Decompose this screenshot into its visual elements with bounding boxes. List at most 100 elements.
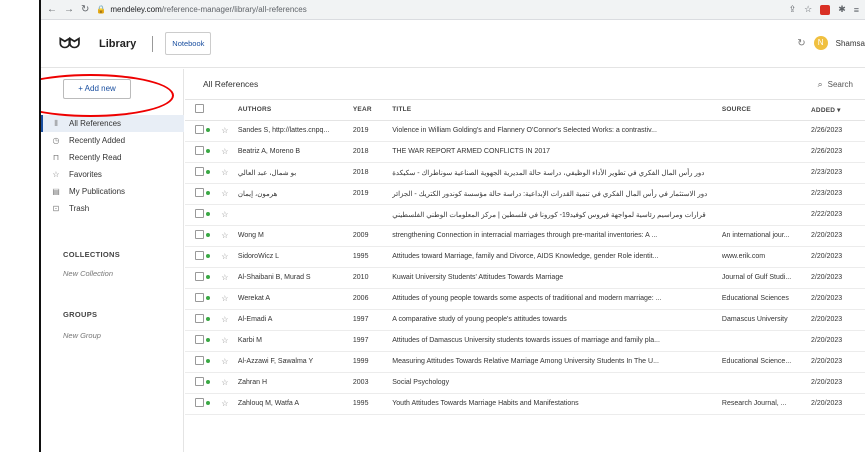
row-source: Educational Sciences bbox=[721, 288, 812, 310]
unread-dot-icon bbox=[205, 359, 210, 363]
row-checkbox[interactable] bbox=[195, 377, 204, 386]
add-new-button[interactable]: + Add new bbox=[63, 79, 131, 99]
row-checkbox[interactable] bbox=[195, 167, 204, 176]
favorite-star-icon[interactable]: ☆ bbox=[221, 378, 228, 387]
sync-icon[interactable]: ↻ bbox=[797, 38, 805, 49]
row-checkbox[interactable] bbox=[195, 146, 204, 155]
address-bar[interactable]: 🔒 mendeley.com/reference-manager/library… bbox=[96, 2, 781, 17]
select-all-checkbox[interactable] bbox=[195, 104, 204, 114]
table-row[interactable]: ☆ قرارات ومراسيم رئاسية لمواجهة فيروس كو… bbox=[185, 204, 865, 226]
user-name[interactable]: Shamsa bbox=[836, 39, 865, 48]
table-row[interactable]: ☆ SidoroWicz L 1995 Attitudes toward Mar… bbox=[185, 246, 865, 268]
column-added[interactable]: ADDED ▾ bbox=[811, 100, 865, 121]
row-checkbox[interactable] bbox=[195, 314, 204, 323]
forward-icon[interactable]: → bbox=[64, 4, 74, 15]
row-checkbox[interactable] bbox=[195, 125, 204, 134]
table-row[interactable]: ☆ هرمون، إيمان 2019 دور الاستثمار في رأس… bbox=[185, 183, 865, 205]
favorite-star-icon[interactable]: ☆ bbox=[221, 168, 228, 177]
table-row[interactable]: ☆ Zahran H 2003 Social Psychology 2/20/2… bbox=[185, 372, 865, 394]
mendeley-logo-icon[interactable]: ᗢᗢ bbox=[59, 35, 91, 52]
row-source bbox=[721, 141, 812, 163]
sidebar-item-label: Favorites bbox=[69, 170, 102, 179]
app-header: ᗢᗢ Library Notebook ↻ N Shamsa bbox=[41, 20, 865, 68]
column-title[interactable]: TITLE bbox=[392, 100, 722, 121]
star-icon: ☆ bbox=[52, 170, 60, 179]
favorite-star-icon[interactable]: ☆ bbox=[221, 231, 228, 240]
row-checkbox[interactable] bbox=[195, 230, 204, 239]
select-all-cell[interactable] bbox=[185, 100, 206, 121]
unread-dot-icon bbox=[205, 275, 210, 279]
table-row[interactable]: ☆ Zahlouq M, Watfa A 1995 Youth Attitude… bbox=[185, 393, 865, 415]
column-year[interactable]: YEAR bbox=[352, 100, 393, 121]
unread-dot-icon bbox=[205, 149, 210, 153]
sidebar-item-recently-added[interactable]: ◷ Recently Added bbox=[41, 132, 184, 149]
search-button[interactable]: ⌕ Search bbox=[818, 79, 853, 90]
row-source bbox=[721, 183, 812, 205]
row-title: A comparative study of young people's at… bbox=[392, 309, 722, 331]
row-year: 1997 bbox=[352, 330, 393, 352]
row-added: 2/20/2023 bbox=[811, 393, 865, 415]
favorite-star-icon[interactable]: ☆ bbox=[221, 315, 228, 324]
favorite-star-icon[interactable]: ☆ bbox=[221, 126, 228, 135]
bookmark-star-icon[interactable]: ☆ bbox=[804, 4, 812, 15]
back-icon[interactable]: ← bbox=[47, 4, 57, 15]
favorite-star-icon[interactable]: ☆ bbox=[221, 147, 228, 156]
avatar[interactable]: N bbox=[813, 36, 828, 50]
table-row[interactable]: ☆ Al-Emadi A 1997 A comparative study of… bbox=[185, 309, 865, 331]
favorite-star-icon[interactable]: ☆ bbox=[221, 399, 228, 408]
table-row[interactable]: ☆ Wong M 2009 strengthening Connection i… bbox=[185, 225, 865, 247]
favorite-star-icon[interactable]: ☆ bbox=[221, 252, 228, 261]
row-checkbox[interactable] bbox=[195, 272, 204, 281]
unread-dot-icon bbox=[205, 233, 210, 237]
row-checkbox[interactable] bbox=[195, 251, 204, 260]
unread-dot-icon bbox=[205, 191, 210, 195]
favorite-star-icon[interactable]: ☆ bbox=[221, 357, 228, 366]
row-year: 1995 bbox=[352, 393, 393, 415]
sidebar-item-all-references[interactable]: ⫴ All References bbox=[41, 115, 184, 132]
table-row[interactable]: ☆ Sandes S, http://lattes.cnpq... 2019 V… bbox=[185, 120, 865, 142]
row-checkbox[interactable] bbox=[195, 335, 204, 344]
sidebar-item-trash[interactable]: ⊡ Trash bbox=[41, 200, 184, 217]
row-checkbox[interactable] bbox=[195, 356, 204, 365]
reading-list-icon[interactable]: ≡ bbox=[854, 5, 859, 15]
extension-icon[interactable] bbox=[820, 4, 831, 15]
table-row[interactable]: ☆ Al-Azzawi F, Sawalma Y 1999 Measuring … bbox=[185, 351, 865, 373]
favorite-star-icon[interactable]: ☆ bbox=[221, 210, 228, 219]
row-authors: SidoroWicz L bbox=[237, 246, 353, 268]
row-added: 2/26/2023 bbox=[811, 141, 865, 163]
table-row[interactable]: ☆ بو شمال، عبد العالي 2018 دور رأس المال… bbox=[185, 162, 865, 184]
column-authors[interactable]: AUTHORS bbox=[237, 100, 353, 121]
references-header: All References ⌕ Search bbox=[185, 69, 865, 100]
row-source bbox=[721, 330, 812, 352]
table-row[interactable]: ☆ Beatriz A, Moreno B 2018 THE WAR REPOR… bbox=[185, 141, 865, 163]
share-icon[interactable]: ⇪ bbox=[789, 4, 797, 15]
sidebar-item-recently-read[interactable]: ⊓ Recently Read bbox=[41, 149, 184, 166]
table-row[interactable]: ☆ Al-Shaibani B, Murad S 2010 Kuwait Uni… bbox=[185, 267, 865, 289]
sidebar-item-label: Recently Added bbox=[69, 136, 126, 145]
unread-dot-icon bbox=[205, 401, 210, 405]
notebook-tab[interactable]: Notebook bbox=[165, 32, 212, 55]
row-year: 2019 bbox=[352, 120, 393, 142]
new-group-link[interactable]: New Group bbox=[63, 331, 101, 340]
row-added: 2/26/2023 bbox=[811, 120, 865, 142]
favorite-star-icon[interactable]: ☆ bbox=[221, 336, 228, 345]
favorite-star-icon[interactable]: ☆ bbox=[221, 273, 228, 282]
row-checkbox[interactable] bbox=[195, 293, 204, 302]
reload-icon[interactable]: ↻ bbox=[81, 4, 89, 15]
sidebar-item-favorites[interactable]: ☆ Favorites bbox=[41, 166, 184, 183]
new-collection-link[interactable]: New Collection bbox=[63, 269, 113, 278]
row-checkbox[interactable] bbox=[195, 209, 204, 218]
table-row[interactable]: ☆ Karbi M 1997 Attitudes of Damascus Uni… bbox=[185, 330, 865, 352]
row-authors: Al-Shaibani B, Murad S bbox=[237, 267, 353, 289]
favorite-star-icon[interactable]: ☆ bbox=[221, 189, 228, 198]
column-source[interactable]: SOURCE bbox=[721, 100, 812, 121]
row-source: Educational Science... bbox=[721, 351, 812, 373]
favorite-star-icon[interactable]: ☆ bbox=[221, 294, 228, 303]
sidebar-item-label: Trash bbox=[69, 204, 90, 213]
sidebar-item-my-publications[interactable]: ▤ My Publications bbox=[41, 183, 184, 200]
row-checkbox[interactable] bbox=[195, 188, 204, 197]
table-row[interactable]: ☆ Werekat A 2006 Attitudes of young peop… bbox=[185, 288, 865, 310]
row-checkbox[interactable] bbox=[195, 398, 204, 407]
extensions-puzzle-icon[interactable]: ✱ bbox=[838, 4, 846, 15]
row-title: Attitudes of young people towards some a… bbox=[392, 288, 722, 310]
